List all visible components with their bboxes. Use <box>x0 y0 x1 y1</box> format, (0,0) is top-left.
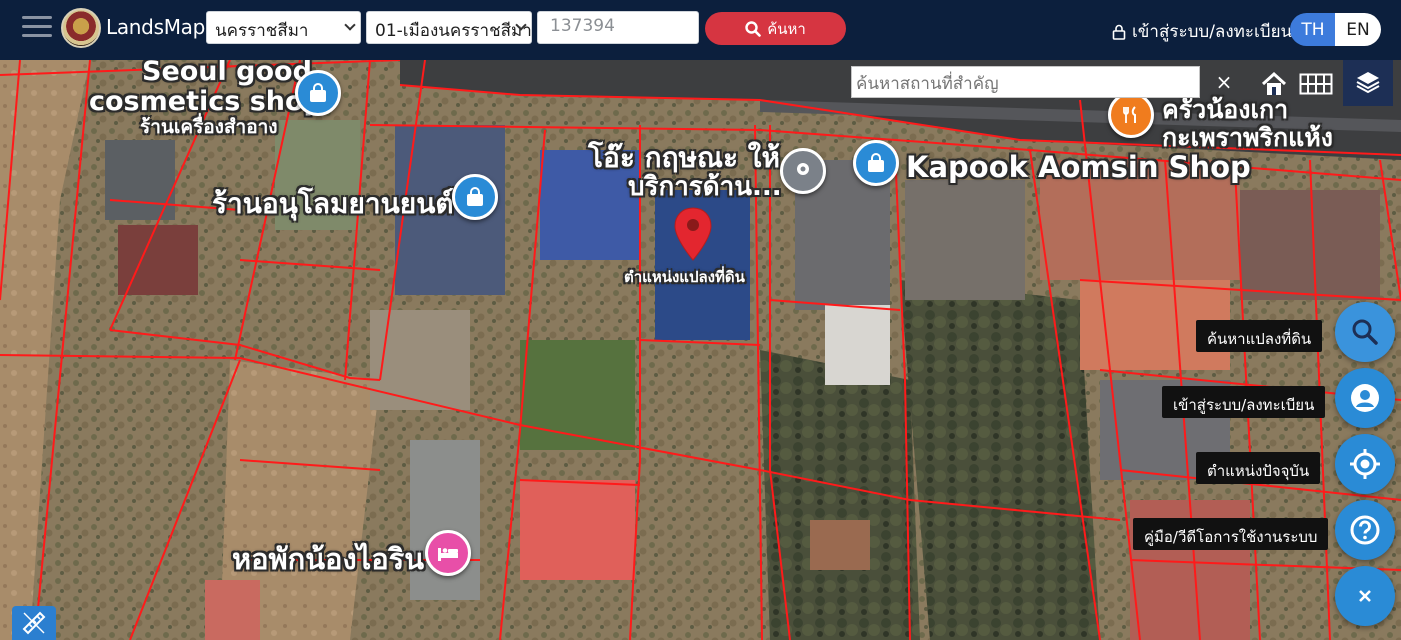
login-tooltip[interactable]: เข้าสู่ระบบ/ลงทะเบียน <box>1162 386 1326 418</box>
grid-icon[interactable] <box>1296 64 1336 104</box>
crosshair-icon <box>1350 449 1380 479</box>
place-label: Seoul good <box>142 60 312 87</box>
search-parcel-button[interactable] <box>1335 302 1395 362</box>
shopping-poi-icon[interactable] <box>853 140 899 186</box>
home-icon[interactable] <box>1256 64 1292 104</box>
parcel-marker-label: ตำแหน่งแปลงที่ดิน <box>624 268 745 286</box>
current-location-tooltip[interactable]: ตำแหน่งปัจจุบัน <box>1196 452 1321 484</box>
help-button[interactable] <box>1335 500 1395 560</box>
district-value: 01-เมืองนครราชสีมา <box>375 21 532 41</box>
chevron-down-icon <box>344 19 356 31</box>
lock-icon <box>1112 24 1126 40</box>
shopping-poi-icon[interactable] <box>295 70 341 116</box>
login-button[interactable] <box>1335 368 1395 428</box>
province-value: นครราชสีมา <box>215 21 309 41</box>
location-poi-icon[interactable] <box>780 148 826 194</box>
measure-tool-button[interactable] <box>12 606 56 640</box>
help-icon <box>1350 515 1380 545</box>
search-parcel-tooltip[interactable]: ค้นหาแปลงที่ดิน <box>1196 320 1323 352</box>
place-label: หอพักน้องไอริน <box>232 542 425 576</box>
place-label: ร้านอนุโลมยานยนต์ <box>212 187 454 220</box>
current-location-button[interactable] <box>1335 434 1395 494</box>
shopping-poi-icon[interactable] <box>452 174 498 220</box>
ruler-icon <box>22 611 46 635</box>
close-menu-button[interactable] <box>1335 566 1395 626</box>
place-label: บริการด้าน... <box>628 172 782 202</box>
parcel-location-pin-icon[interactable] <box>672 206 714 262</box>
department-logo <box>61 8 101 48</box>
place-label: กะเพราพริกแห้ง <box>1162 123 1333 152</box>
landmark-search-input[interactable] <box>851 66 1200 98</box>
search-button[interactable]: ค้นหา <box>705 12 846 45</box>
app-title: LandsMaps <box>106 15 216 39</box>
login-link[interactable]: เข้าสู่ระบบ/ลงทะเบียน <box>1112 18 1292 45</box>
search-icon <box>1352 319 1378 345</box>
hotel-poi-icon[interactable] <box>425 530 471 576</box>
map-canvas[interactable]: Seoul good cosmetics shop ร้านเครื่องสำอ… <box>0 60 1401 640</box>
place-label: ร้านเครื่องสำอาง <box>140 116 278 138</box>
search-button-label: ค้นหา <box>767 19 806 38</box>
login-link-label: เข้าสู่ระบบ/ลงทะเบียน <box>1132 22 1293 42</box>
top-bar: LandsMaps นครราชสีมา 01-เมืองนครราชสีมา … <box>0 0 1401 60</box>
search-icon <box>745 20 761 37</box>
menu-icon[interactable] <box>22 16 52 40</box>
help-tooltip[interactable]: คู่มือ/วีดีโอการใช้งานระบบ <box>1133 518 1329 550</box>
lang-en-button[interactable]: EN <box>1335 13 1381 46</box>
close-icon <box>1359 590 1371 602</box>
province-select[interactable]: นครราชสีมา <box>206 11 361 44</box>
restaurant-poi-icon[interactable] <box>1108 92 1154 138</box>
layers-icon[interactable] <box>1343 58 1393 106</box>
lang-th-button[interactable]: TH <box>1290 13 1336 46</box>
parcel-number-input[interactable]: 137394 <box>537 11 699 44</box>
district-select[interactable]: 01-เมืองนครราชสีมา <box>366 11 532 44</box>
user-icon <box>1351 384 1379 412</box>
close-icon[interactable]: × <box>1210 66 1238 98</box>
